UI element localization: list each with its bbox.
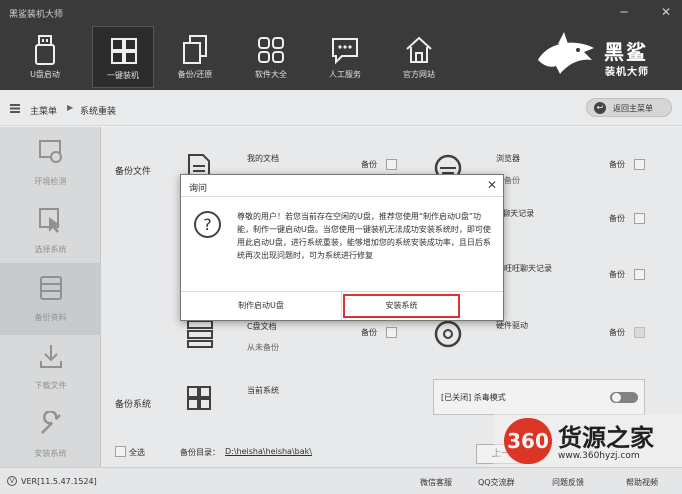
breadcrumb-home[interactable]: 主菜单 bbox=[30, 104, 57, 117]
app-window: 黑鲨装机大师 ─ ✕ U盘启动 一键装机 备份/还原 软件大全 人工服务 官方网… bbox=[0, 0, 682, 494]
breadcrumb-current: 系统重装 bbox=[80, 107, 117, 117]
dialog-title-bar: 询问 ✕ bbox=[181, 175, 503, 197]
tool-label: 软件大全 bbox=[255, 70, 287, 79]
backup-icon bbox=[183, 35, 207, 64]
windows-icon bbox=[111, 38, 137, 64]
apps-grid-icon bbox=[258, 37, 284, 63]
tool-label: 人工服务 bbox=[329, 70, 361, 79]
breadcrumb-separator-icon: ▶ bbox=[67, 103, 74, 112]
brand-subtitle: 装机大师 bbox=[605, 67, 649, 78]
home-icon bbox=[406, 36, 432, 63]
tool-label: U盘启动 bbox=[30, 70, 60, 79]
tool-one-click-install[interactable]: 一键装机 bbox=[92, 26, 154, 88]
title-bar: 黑鲨装机大师 ─ ✕ bbox=[0, 0, 682, 26]
close-icon[interactable]: ✕ bbox=[658, 4, 674, 20]
dialog-close-icon[interactable]: ✕ bbox=[485, 178, 499, 192]
install-system-button[interactable]: 安装系统 bbox=[343, 294, 460, 318]
tool-label: 一键装机 bbox=[107, 71, 139, 80]
back-arrow-icon: ↩ bbox=[594, 102, 606, 114]
tool-manual-service[interactable]: 人工服务 bbox=[314, 26, 376, 88]
dialog-buttons: 制作启动U盘 安装系统 bbox=[181, 291, 503, 320]
tool-usb-boot[interactable]: U盘启动 bbox=[14, 26, 76, 88]
confirm-dialog: 询问 ✕ ? 尊敬的用户！若您当前存在空闲的U盘，推荐您使用“制作启动U盘”功能… bbox=[180, 174, 504, 321]
main-toolbar: U盘启动 一键装机 备份/还原 软件大全 人工服务 官方网站 黑鲨 装机大师 bbox=[0, 26, 682, 90]
dialog-title: 询问 bbox=[189, 184, 208, 194]
breadcrumb: 主菜单 ▶ 系统重装 ↩ 返回主菜单 bbox=[0, 90, 682, 126]
version-icon: V bbox=[7, 476, 17, 486]
feedback-link[interactable]: 问题反馈 bbox=[552, 477, 584, 488]
dialog-message: 尊敬的用户！若您当前存在空闲的U盘，推荐您使用“制作启动U盘”功能，制作一键启动… bbox=[237, 212, 491, 260]
back-button-label: 返回主菜单 bbox=[613, 104, 653, 113]
minimize-icon[interactable]: ─ bbox=[616, 4, 632, 20]
shark-logo-icon bbox=[538, 32, 594, 74]
question-icon: ? bbox=[194, 211, 221, 238]
chat-icon bbox=[332, 38, 358, 65]
tool-label: 官方网站 bbox=[403, 70, 435, 79]
version-text: VER[11.5.47.1524] bbox=[21, 477, 97, 486]
tool-backup-restore[interactable]: 备份/还原 bbox=[164, 26, 226, 88]
tool-official-site[interactable]: 官方网站 bbox=[388, 26, 450, 88]
app-title: 黑鲨装机大师 bbox=[9, 10, 64, 20]
menu-icon bbox=[10, 104, 20, 113]
qq-group-link[interactable]: QQ交流群 bbox=[478, 477, 515, 488]
wechat-service-link[interactable]: 微信客服 bbox=[420, 477, 452, 488]
make-usb-button[interactable]: 制作启动U盘 bbox=[181, 292, 342, 320]
tool-label: 备份/还原 bbox=[177, 70, 213, 79]
usb-icon bbox=[35, 35, 55, 65]
status-bar: V VER[11.5.47.1524] 微信客服 QQ交流群 问题反馈 帮助视频 bbox=[0, 467, 682, 494]
tool-software[interactable]: 软件大全 bbox=[240, 26, 302, 88]
brand-name: 黑鲨 bbox=[604, 40, 648, 64]
back-to-menu-button[interactable]: ↩ 返回主菜单 bbox=[586, 98, 672, 117]
brand-logo: 黑鲨 装机大师 bbox=[534, 30, 664, 86]
help-video-link[interactable]: 帮助视频 bbox=[626, 477, 658, 488]
